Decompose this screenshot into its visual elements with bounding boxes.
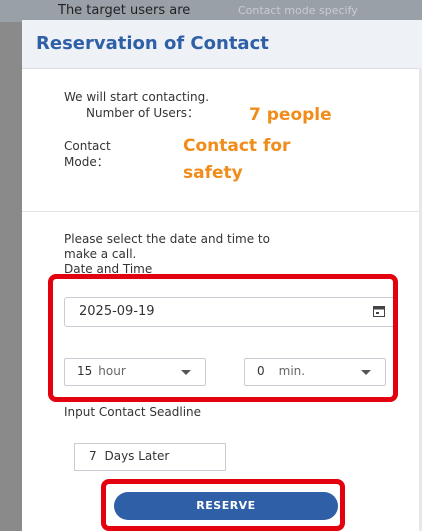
deadline-days-field[interactable]: 7 Days Later	[74, 443, 226, 471]
contact-mode-label-line1: Contact	[64, 139, 111, 153]
intro-text: We will start contacting.	[64, 90, 210, 104]
modal-header: Reservation of Contact	[22, 20, 422, 69]
reserve-highlight-box	[101, 479, 345, 531]
contact-mode-value-line2: safety	[183, 163, 243, 183]
number-of-users-value: 7 people	[249, 105, 332, 125]
section-divider	[22, 211, 422, 212]
date-time-highlight-box	[48, 274, 398, 402]
number-of-users-label: Number of Users：	[86, 106, 200, 120]
contact-mode-label-line2: Mode：	[64, 155, 109, 169]
contact-mode-value-line1: Contact for	[183, 136, 291, 156]
background-page-strip: The target users are Contact mode specif…	[0, 0, 422, 22]
background-contact-mode-text: Contact mode specify	[238, 4, 358, 17]
schedule-prompt-line2: make a call.	[64, 247, 137, 261]
deadline-days-value: 7 Days Later	[89, 449, 170, 463]
background-target-users-text: The target users are	[58, 3, 191, 18]
schedule-prompt-line1: Please select the date and time to	[64, 232, 270, 246]
modal-title: Reservation of Contact	[36, 33, 269, 54]
deadline-label: Input Contact Seadline	[64, 405, 202, 419]
